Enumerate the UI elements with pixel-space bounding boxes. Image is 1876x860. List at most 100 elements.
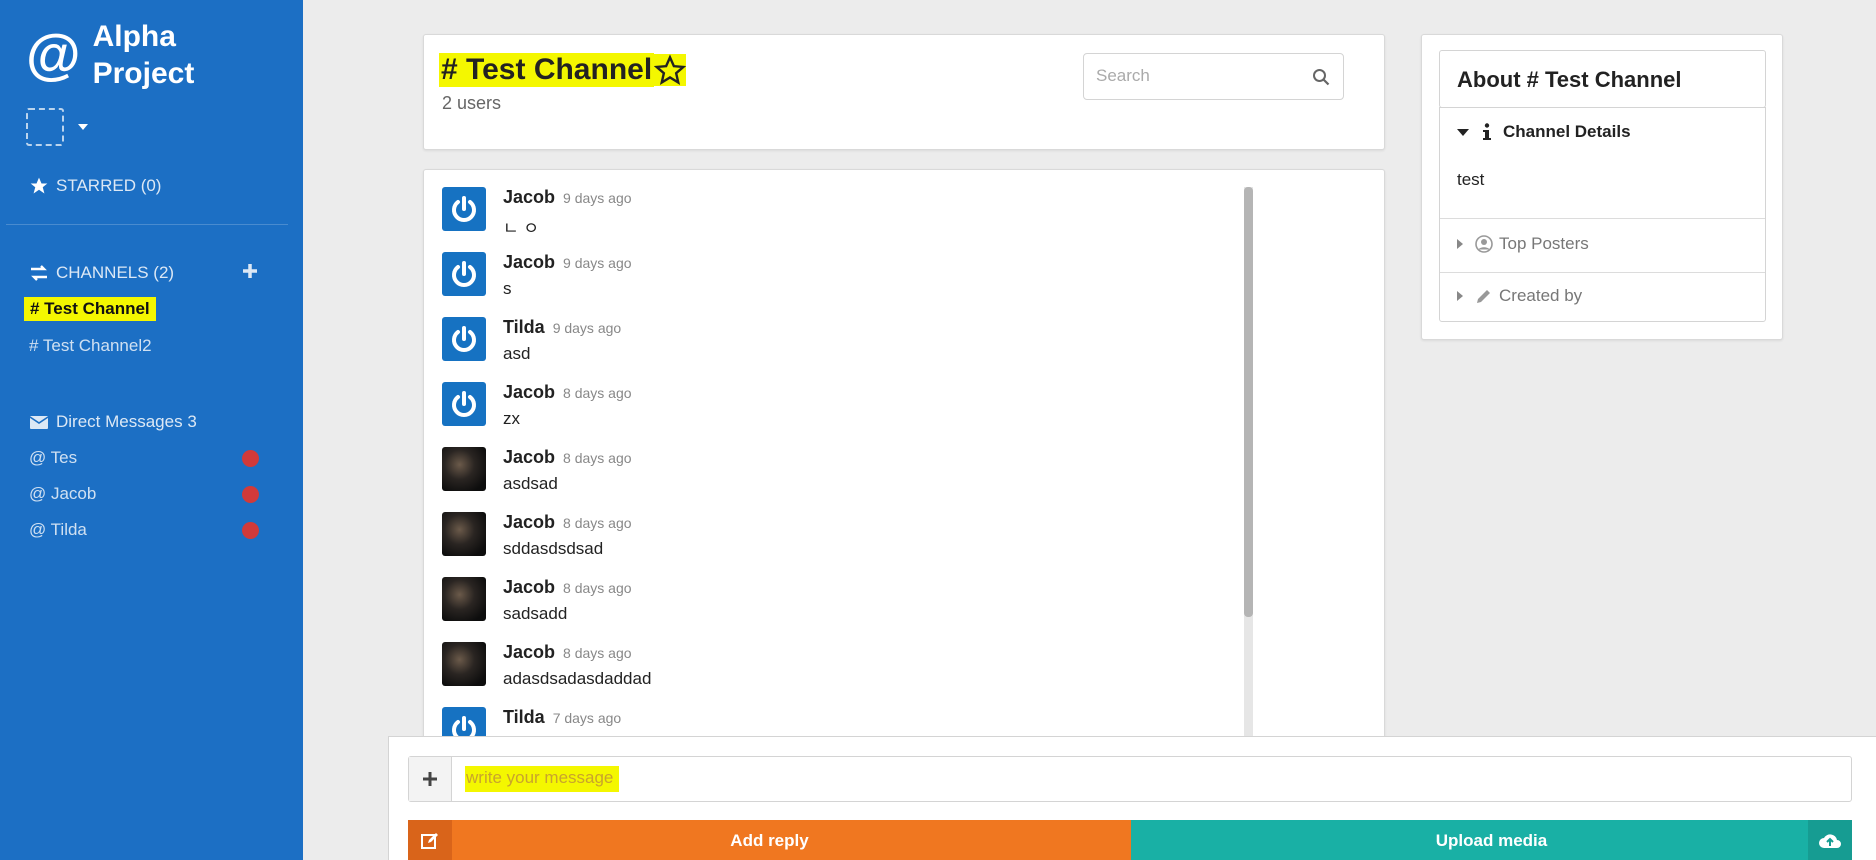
message-text: ㄴ ㅇ [503,219,540,238]
message-timestamp: 8 days ago [563,645,632,661]
attach-plus-button[interactable] [409,757,452,801]
top-posters-toggle[interactable]: Top Posters [1457,234,1589,254]
created-by-label: Created by [1499,286,1583,305]
sidebar: @ Alpha Project STARRED (0) CHANNELS (2)… [0,0,303,860]
add-channel-icon[interactable] [241,262,259,280]
unread-dot [242,486,259,503]
message-text: asd [503,344,531,363]
message-item: Jacob 9 days ago ㄴ ㅇ [442,187,632,239]
caret-right-icon [1457,291,1463,301]
dm-item-tes[interactable]: @ Tes [29,448,77,468]
pencil-icon [1477,290,1490,303]
message-input[interactable] [466,768,1066,788]
top-posters-label: Top Posters [1499,234,1589,253]
message-meta: Tilda 9 days ago [503,317,621,338]
edit-icon [408,820,452,860]
upload-media-label: Upload media [1435,830,1548,850]
power-avatar-icon[interactable] [442,187,486,231]
user-photo-avatar[interactable] [442,642,486,686]
channel-details-text: test [1457,170,1485,189]
starred-section[interactable]: STARRED (0) [29,176,161,196]
message-body: Jacob 8 days ago sddasdsdsad [503,512,632,559]
envelope-icon [29,416,49,429]
channels-section: CHANNELS (2) [29,263,174,283]
message-meta: Jacob 8 days ago [503,447,632,468]
message-timestamp: 7 days ago [552,710,622,726]
message-author[interactable]: Tilda [503,317,545,338]
sidebar-item-test-channel[interactable]: # Test Channel [24,297,156,321]
search-input[interactable] [1096,66,1296,86]
message-meta: Jacob 8 days ago [503,512,632,533]
unread-dot [242,450,259,467]
message-author[interactable]: Jacob [503,577,555,598]
message-author[interactable]: Jacob [503,512,555,533]
star-icon [30,177,48,194]
brand-line1: Alpha [92,20,176,53]
message-meta: Jacob 9 days ago [503,187,632,208]
info-icon [1483,123,1491,140]
message-author[interactable]: Tilda [503,707,545,728]
power-avatar-icon[interactable] [442,382,486,426]
exchange-icon [31,265,47,281]
message-author[interactable]: Jacob [503,252,555,273]
user-photo-avatar[interactable] [442,447,486,491]
brand-line2: Project [92,57,195,90]
message-timestamp: 8 days ago [563,450,632,466]
message-timestamp: 9 days ago [552,320,622,336]
message-body: Jacob 9 days ago s [503,252,632,299]
search-box [1083,53,1344,100]
message-input-row [408,756,1852,802]
caret-down-icon [78,124,88,130]
message-text: sddasdsdsad [503,539,604,558]
message-item: Jacob 8 days ago asdsad [442,447,632,494]
user-menu[interactable] [26,108,88,146]
message-meta: Jacob 8 days ago [503,382,632,403]
message-text: adasdsadasdaddad [503,669,652,688]
message-body: Jacob 9 days ago ㄴ ㅇ [503,187,632,239]
about-title-box: About # Test Channel [1439,50,1766,108]
composer: Add reply Upload media [388,736,1876,860]
message-body: Jacob 8 days ago zx [503,382,632,429]
channels-label: CHANNELS (2) [56,263,175,282]
direct-messages-section: Direct Messages 3 [29,412,197,432]
power-avatar-icon[interactable] [442,317,486,361]
message-meta: Jacob 9 days ago [503,252,632,273]
search-icon[interactable] [1312,68,1330,86]
message-item: Jacob 8 days ago zx [442,382,632,429]
channel-details-toggle[interactable]: Channel Details [1457,122,1631,142]
caret-right-icon [1457,239,1463,249]
about-panel: About # Test Channel Channel Details tes… [1421,34,1783,340]
message-timestamp: 8 days ago [563,580,632,596]
starred-label: STARRED (0) [56,176,162,195]
user-photo-avatar[interactable] [442,577,486,621]
user-circle-icon [1475,235,1493,253]
message-author[interactable]: Jacob [503,187,555,208]
created-by-toggle[interactable]: Created by [1457,286,1582,306]
message-text: asdsad [503,474,558,493]
message-meta: Tilda 7 days ago [503,707,621,728]
unread-dot [242,522,259,539]
messages-panel: Jacob 9 days ago ㄴ ㅇ Jacob 9 days ago s Tilda 9… [423,169,1385,749]
sidebar-divider [6,224,288,225]
composer-actions: Add reply Upload media [408,820,1852,860]
message-author[interactable]: Jacob [503,447,555,468]
dm-item-jacob[interactable]: @ Jacob [29,484,96,504]
message-text: sadsadd [503,604,568,623]
message-author[interactable]: Jacob [503,642,555,663]
add-reply-label: Add reply [730,830,809,850]
dm-item-tilda[interactable]: @ Tilda [29,520,87,540]
message-timestamp: 8 days ago [563,385,632,401]
upload-media-button[interactable]: Upload media [1131,820,1852,860]
add-reply-button[interactable]: Add reply [408,820,1131,860]
cloud-upload-icon [1808,820,1852,860]
star-outline-icon[interactable] [654,54,687,86]
sidebar-item-test-channel2[interactable]: # Test Channel2 [29,336,152,356]
user-photo-avatar[interactable] [442,512,486,556]
plus-icon [423,772,437,786]
scrollbar[interactable] [1244,187,1253,747]
power-avatar-icon[interactable] [442,252,486,296]
scrollbar-thumb[interactable] [1244,187,1253,617]
message-item: Jacob 9 days ago s [442,252,632,299]
channel-title-row: # Test Channel [439,53,687,87]
message-author[interactable]: Jacob [503,382,555,403]
